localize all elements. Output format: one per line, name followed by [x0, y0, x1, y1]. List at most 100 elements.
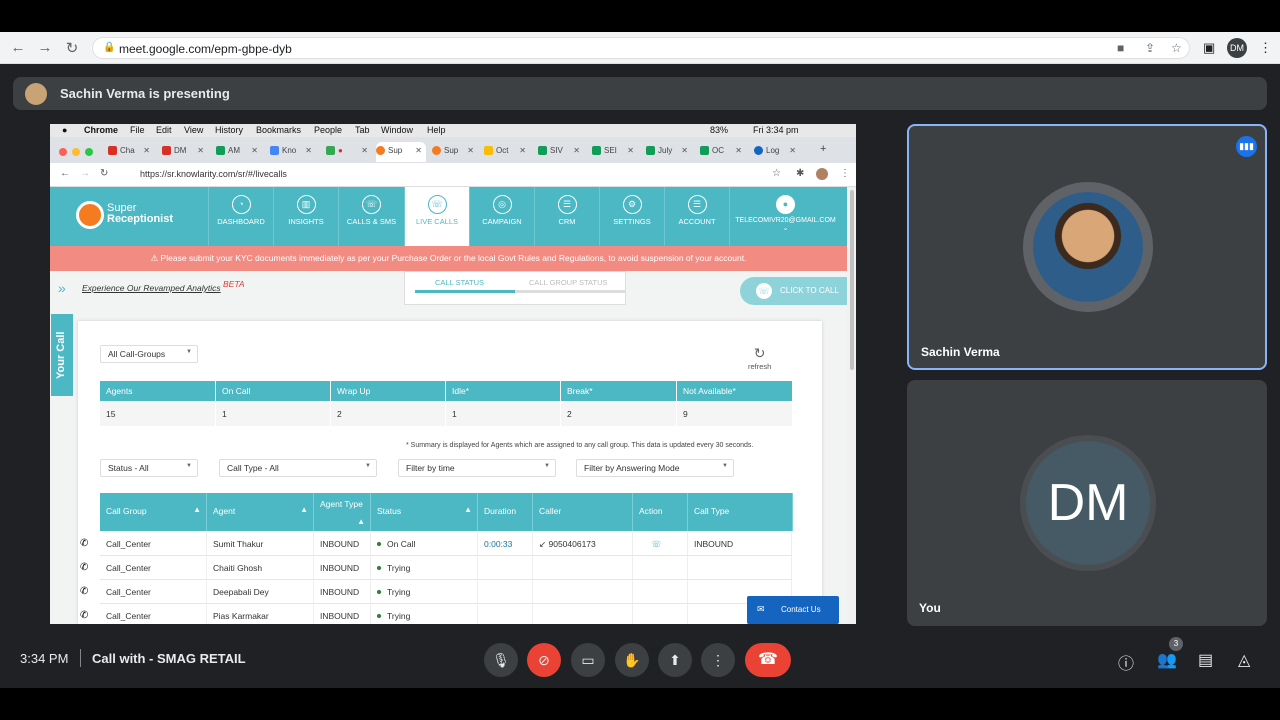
minimize-dot[interactable] [72, 148, 80, 156]
table-row[interactable]: ✆ Call_Center Sumit Thakur INBOUND On Ca… [80, 532, 792, 556]
listen-call-icon[interactable]: ☏ [633, 532, 688, 556]
people-icon[interactable]: 👥 [1157, 650, 1177, 670]
microphone-button[interactable]: 🎙 [484, 643, 518, 677]
hang-up-icon: ☎ [758, 651, 778, 668]
menu-kebab-icon[interactable]: ⋮ [1259, 40, 1272, 56]
reload-icon[interactable]: ↻ [63, 39, 81, 57]
browser-tab[interactable]: DM ✕ [162, 142, 208, 162]
refresh-button[interactable]: ↻ refresh [748, 345, 771, 371]
browser-tab[interactable]: Oct ✕ [484, 142, 530, 162]
share-icon[interactable]: ⇪ [1145, 41, 1155, 55]
extension-icon[interactable]: ✱ [796, 168, 804, 179]
address-url[interactable]: meet.google.com/epm-gbpe-dyb [119, 42, 292, 56]
super-receptionist-logo[interactable] [76, 201, 104, 229]
bookmark-star-icon[interactable]: ☆ [772, 168, 781, 179]
browser-tab-active[interactable]: Sup ✕ [376, 142, 426, 162]
browser-tab[interactable]: AM ✕ [216, 142, 262, 162]
column-header-agent[interactable]: Agent ▲ [207, 493, 314, 531]
nav-live-calls[interactable]: ☏ LIVE CALLS [404, 187, 469, 246]
address-bar[interactable]: 🔒 meet.google.com/epm-gbpe-dyb ■ ⇪ ☆ [92, 37, 1190, 59]
answering-mode-filter[interactable]: Filter by Answering Mode ▼ [576, 459, 734, 477]
cell-status: Trying [371, 580, 478, 604]
nav-user-email[interactable]: ● TELECOMIVR20@GMAIL.COM ⌄ [729, 187, 841, 246]
phone-icon: ✆ [80, 562, 89, 573]
back-icon[interactable]: ← [60, 168, 70, 179]
sort-icon[interactable]: ▲ [357, 517, 365, 526]
cell-status: Trying [371, 556, 478, 580]
nav-calls-sms[interactable]: ☏ CALLS & SMS [338, 187, 404, 246]
camera-off-button[interactable]: ⊘ [527, 643, 561, 677]
forward-icon[interactable]: → [36, 39, 54, 56]
gmail-icon [108, 146, 117, 155]
participant-initials-avatar: DM [1026, 441, 1150, 565]
calls-icon: ☏ [362, 195, 381, 214]
browser-tab[interactable]: Cha ✕ [108, 142, 154, 162]
nav-campaign[interactable]: ◎ CAMPAIGN [469, 187, 534, 246]
shared-url[interactable]: https://sr.knowlarity.com/sr/#/livecalls [140, 169, 287, 179]
mac-menu-item: File [130, 125, 145, 135]
column-header-agent-type[interactable]: Agent Type ▲ [314, 493, 371, 531]
back-icon[interactable]: ← [9, 39, 27, 56]
browser-tab[interactable]: OC ✕ [700, 142, 746, 162]
nav-dashboard[interactable]: ◔ DASHBOARD [208, 187, 273, 246]
browser-tab[interactable]: Sup ✕ [432, 142, 478, 162]
browser-tab[interactable]: July ✕ [646, 142, 692, 162]
click-to-call-button[interactable]: ☏ CLICK TO CALL [740, 277, 847, 305]
captions-button[interactable]: ▭ [571, 643, 605, 677]
raise-hand-button[interactable]: ✋ [615, 643, 649, 677]
browser-tab[interactable]: Kno ✕ [270, 142, 316, 162]
participant-tile-sachin[interactable]: ▮▮▮ Sachin Verma [907, 124, 1267, 370]
tab-call-group-status[interactable]: CALL GROUP STATUS [529, 278, 608, 287]
browser-tab[interactable]: SIV ✕ [538, 142, 584, 162]
browser-tab[interactable]: Log ✕ [754, 142, 800, 162]
tab-call-status[interactable]: CALL STATUS [435, 278, 484, 287]
chat-icon: ✉ [757, 604, 765, 614]
contact-us-button[interactable]: ✉ Contact Us [747, 596, 839, 624]
sort-icon[interactable]: ▲ [300, 505, 308, 514]
dropdown-caret-icon: ▼ [186, 349, 192, 355]
nav-insights[interactable]: ▥ INSIGHTS [273, 187, 338, 246]
bookmark-star-icon[interactable]: ☆ [1171, 41, 1182, 55]
sort-icon[interactable]: ▲ [193, 505, 201, 514]
call-group-select[interactable]: All Call-Groups ▼ [100, 345, 198, 363]
nav-account[interactable]: ☰ ACCOUNT [664, 187, 729, 246]
nav-crm[interactable]: ☰ CRM [534, 187, 599, 246]
scrollbar-thumb[interactable] [850, 190, 854, 370]
activities-icon[interactable]: ◬ [1238, 650, 1250, 670]
zoom-dot[interactable] [85, 148, 93, 156]
profile-avatar[interactable] [816, 168, 828, 180]
browser-tab[interactable]: SEI ✕ [592, 142, 638, 162]
time-filter[interactable]: Filter by time ▼ [398, 459, 556, 477]
camera-icon[interactable]: ■ [1117, 41, 1124, 55]
chat-icon[interactable]: ▤ [1198, 650, 1213, 670]
table-row[interactable]: ✆ Call_Center Pias Karmakar INBOUND Tryi… [80, 604, 792, 624]
participant-tile-you[interactable]: DM You [907, 380, 1267, 626]
call-type-filter[interactable]: Call Type - All ▼ [219, 459, 377, 477]
status-filter[interactable]: Status - All ▼ [100, 459, 198, 477]
new-tab-button[interactable]: + [808, 142, 828, 162]
profile-avatar[interactable]: DM [1227, 38, 1247, 58]
revamped-analytics-link[interactable]: Experience Our Revamped Analytics [82, 283, 221, 293]
cell-call-group: Call_Center [100, 580, 207, 604]
browser-tab[interactable]: ● ✕ [326, 142, 372, 162]
more-options-button[interactable]: ⋮ [701, 643, 735, 677]
present-button[interactable]: ⬆ [658, 643, 692, 677]
leave-call-button[interactable]: ☎ [745, 643, 791, 677]
camera-off-icon: ⊘ [538, 652, 550, 668]
table-row[interactable]: ✆ Call_Center Chaiti Ghosh INBOUND Tryin… [80, 556, 792, 580]
forward-icon[interactable]: → [80, 168, 90, 179]
info-icon[interactable]: ⓘ [1118, 650, 1134, 674]
column-header-status[interactable]: Status ▲ [371, 493, 478, 531]
close-dot[interactable] [59, 148, 67, 156]
your-call-tab[interactable]: Your Call [51, 314, 73, 396]
sidepanel-icon[interactable]: ▣ [1203, 40, 1215, 56]
nav-settings[interactable]: ⚙ SETTINGS [599, 187, 664, 246]
reload-icon[interactable]: ↻ [100, 168, 108, 179]
sort-icon[interactable]: ▲ [464, 505, 472, 514]
column-header-call-group[interactable]: Call Group ▲ [100, 493, 207, 531]
dropdown-caret-icon: ▼ [722, 463, 728, 469]
cell-call-type: INBOUND [688, 532, 792, 556]
table-row[interactable]: ✆ Call_Center Deepabali Dey INBOUND Tryi… [80, 580, 792, 604]
menu-kebab-icon[interactable]: ⋮ [840, 168, 850, 179]
cell-caller [533, 556, 633, 580]
